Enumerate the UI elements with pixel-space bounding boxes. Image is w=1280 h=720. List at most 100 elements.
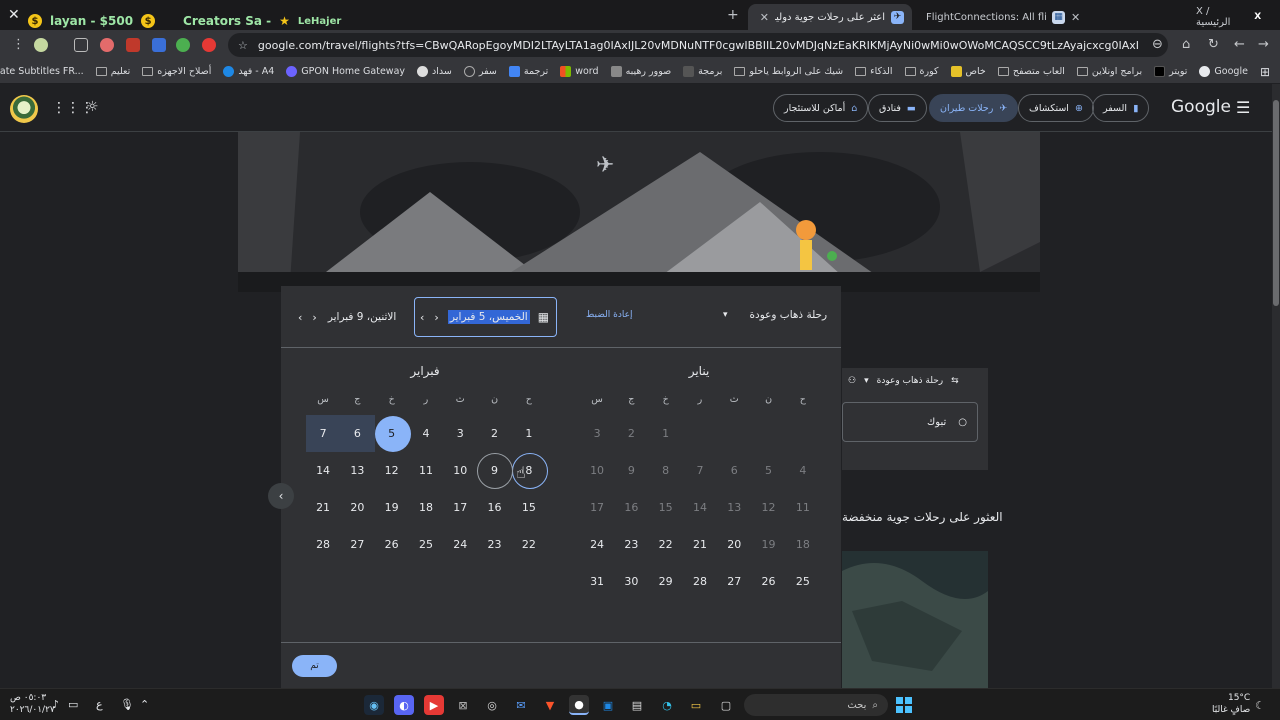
depart-date-text[interactable]: الخميس، 5 فبراير [447, 310, 530, 324]
extension-icon[interactable] [176, 38, 190, 52]
calendar-day-selected-depart[interactable]: 5 [374, 415, 411, 452]
calendar-day[interactable]: 26 [375, 526, 409, 563]
calendar-day[interactable]: 2 [477, 415, 511, 452]
calendar-day[interactable]: 24 [443, 526, 477, 563]
done-button[interactable]: تم [292, 655, 337, 677]
calendar-day[interactable]: 15 [512, 489, 546, 526]
calendar-day[interactable]: 28 [306, 526, 340, 563]
taskbar-search-input[interactable]: بحث ⌕ [744, 694, 888, 716]
reload-icon[interactable]: ↻ [1208, 37, 1219, 52]
calendar-day[interactable]: 25 [409, 526, 443, 563]
taskview-icon[interactable]: ▢ [716, 695, 736, 715]
calendar-day[interactable]: 29 [649, 563, 683, 600]
calendar-day[interactable]: 26 [751, 563, 785, 600]
bookmark-folder[interactable]: الذكاء [855, 66, 893, 77]
calendar-day[interactable]: 1 [512, 415, 546, 452]
swap-icon[interactable]: ⇆ [951, 376, 959, 386]
chevron-right-icon[interactable]: › [429, 311, 443, 324]
bookmark-item[interactable]: word [560, 66, 599, 77]
bookmark-twitter[interactable]: تويتر [1154, 66, 1187, 77]
bookmark-item[interactable]: صوور رهيبه [610, 66, 671, 77]
bookmark-item[interactable]: خاص [950, 66, 986, 77]
bookmark-item[interactable]: ترجمة [508, 66, 548, 77]
explore-map[interactable] [842, 551, 988, 688]
tab-flightconnections[interactable]: ✕ ▦ FlightConnections: All flights world [918, 4, 1104, 30]
calendar-day[interactable]: 31 [580, 563, 614, 600]
extension-icon[interactable] [100, 38, 114, 52]
puzzle-extension-icon[interactable] [74, 38, 88, 52]
calendar-day[interactable]: 30 [614, 563, 648, 600]
volume-icon[interactable]: ♪ [52, 698, 59, 711]
calendar-day[interactable]: 27 [717, 563, 751, 600]
extension-icon[interactable] [202, 38, 216, 52]
tab-close-icon[interactable]: ✕ [760, 11, 769, 24]
chevron-left-icon[interactable]: ‹ [268, 483, 294, 509]
more-menu-icon[interactable]: ⋮ [12, 37, 25, 52]
dropdown-icon[interactable]: ▾ [864, 376, 869, 386]
calendar-day[interactable]: 22 [649, 526, 683, 563]
system-clock[interactable]: ٠٥:٠٣ ص ٢٠٢٦/٠١/٢٧ [10, 692, 55, 716]
media-player-icon[interactable]: ▶ [424, 695, 444, 715]
language-indicator[interactable]: ع [96, 698, 103, 711]
bookmark-folder[interactable]: أصلاح الاجهزه [142, 66, 211, 77]
tab-google-flights[interactable]: ✈ اعثر على رحلات جوية دولية رخيصة و ✕ [748, 4, 912, 30]
chevron-left-icon[interactable]: ‹ [415, 311, 429, 324]
file-explorer-icon[interactable]: ▭ [686, 695, 706, 715]
edge-icon[interactable]: ◔ [657, 695, 677, 715]
chevron-up-icon[interactable]: ⌃ [140, 698, 149, 711]
home-icon[interactable]: ⌂ [1182, 37, 1190, 52]
calendar-day[interactable]: 23 [614, 526, 648, 563]
profile-extension-icon[interactable] [34, 38, 48, 52]
tab-close-icon[interactable]: ✕ [1071, 11, 1080, 24]
depart-date-field[interactable]: ‹ › الخميس، 5 فبراير ▦ [414, 297, 557, 337]
calendar-day[interactable]: 24 [580, 526, 614, 563]
back-icon[interactable]: ← [1234, 37, 1245, 52]
calendar-day[interactable]: 16 [477, 489, 511, 526]
calendar-day[interactable]: 10 [443, 452, 477, 489]
bookmark-folder[interactable]: كورة [904, 66, 939, 77]
bookmark-google[interactable]: Google [1199, 66, 1248, 77]
calendar-day[interactable]: 22 [512, 526, 546, 563]
background-origin-field[interactable]: تبوك ○ [842, 402, 978, 442]
trip-type-select[interactable]: ▾ رحلة ذهاب وعودة [723, 309, 827, 321]
bookmark-folder[interactable]: برامج اونلاين [1076, 66, 1142, 77]
forward-icon[interactable]: → [1258, 37, 1269, 52]
new-tab-icon[interactable]: + [727, 7, 739, 23]
background-trip-type[interactable]: رحلة ذهاب وعودة [877, 376, 944, 386]
calendar-day[interactable]: 23 [477, 526, 511, 563]
bookmark-item[interactable]: Translate Subtitles FR... [0, 66, 84, 77]
store-icon[interactable]: ▤ [627, 695, 647, 715]
chevron-left-icon[interactable]: ‹ [293, 311, 307, 324]
calendar-day[interactable]: 20 [717, 526, 751, 563]
nav-flights[interactable]: رحلات طيران ✈ [929, 94, 1019, 122]
calendar-day[interactable]: 14 [306, 452, 340, 489]
bookmark-folder[interactable]: تعليم [95, 66, 130, 77]
calendar-day[interactable]: 12 [375, 452, 409, 489]
windows-start-icon[interactable] [896, 697, 912, 713]
weather-widget[interactable]: 15°C صافٍ غالبًا [1212, 692, 1250, 716]
bookmark-folder[interactable]: العاب متصفح [997, 66, 1065, 77]
calendar-day[interactable]: 28 [683, 563, 717, 600]
bookmark-item[interactable]: GPON Home Gateway [286, 66, 405, 77]
calendar-day[interactable]: 4 [409, 415, 443, 452]
bookmark-item[interactable]: فهد - A4 [223, 66, 274, 77]
calendar-day-return[interactable]: 9 [477, 452, 514, 489]
site-settings-icon[interactable]: ⊖ [1152, 37, 1163, 52]
apps-grid-icon[interactable]: ⊞ [1260, 65, 1270, 79]
google-logo[interactable]: Google [1171, 97, 1231, 117]
calendar-day[interactable]: 25 [786, 563, 820, 600]
chrome-icon[interactable]: ● [569, 695, 589, 715]
discord-icon[interactable]: ◐ [394, 695, 414, 715]
bookmark-item[interactable]: برمجة [683, 66, 722, 77]
calendar-day-in-range[interactable]: 6 [340, 415, 375, 452]
return-date-text[interactable]: الاثنين، 9 فبراير [328, 311, 397, 323]
window-close-icon[interactable]: ✕ [8, 7, 20, 23]
extension-icon[interactable] [126, 38, 140, 52]
calendar-day[interactable]: 13 [340, 452, 374, 489]
chevron-right-icon[interactable]: › [307, 311, 321, 324]
calendar-day-in-range[interactable]: 7 [305, 415, 341, 452]
reset-button[interactable]: إعادة الضبط [586, 310, 633, 320]
address-bar[interactable]: ☆ google.com/travel/flights?tfs=CBwQARop… [228, 33, 1168, 57]
tab-twitter[interactable]: X / الرئيسية X [1188, 4, 1272, 30]
nav-travel[interactable]: السفر ▮ [1092, 94, 1150, 122]
